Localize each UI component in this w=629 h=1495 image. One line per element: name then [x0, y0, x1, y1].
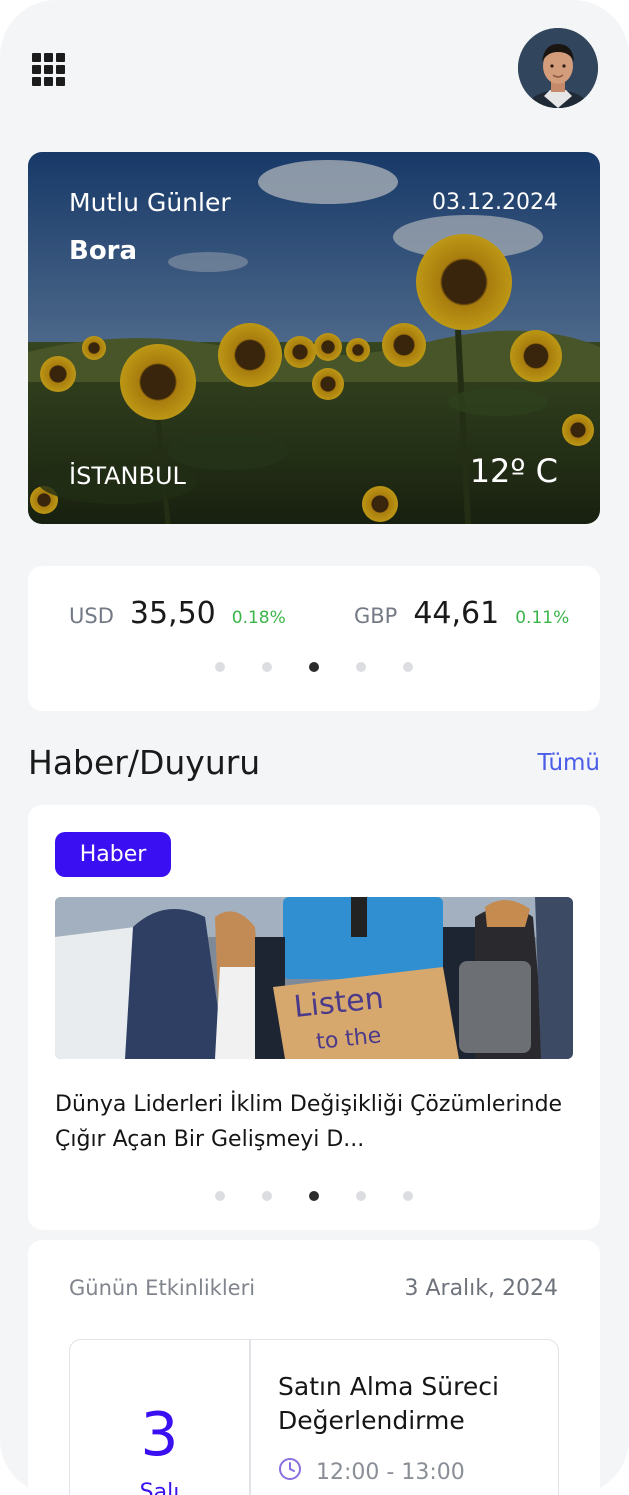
- user-name: Bora: [69, 236, 138, 266]
- temperature: 12º C: [469, 452, 558, 490]
- news-pager[interactable]: [215, 1191, 413, 1201]
- news-badge: Haber: [55, 832, 171, 877]
- news-card[interactable]: Haber Listen to the Dünya Liderleri İkli…: [28, 805, 600, 1230]
- event-divider: [249, 1340, 251, 1495]
- currency-code: USD: [69, 604, 114, 628]
- grid-menu-icon[interactable]: [32, 53, 65, 86]
- event-day: 3: [140, 1400, 179, 1470]
- news-headline[interactable]: Dünya Liderleri İklim Değişikliği Çözüml…: [55, 1087, 575, 1157]
- event-title: Satın Alma Süreci Değerlendirme: [278, 1372, 499, 1435]
- event-weekday: Salı: [139, 1480, 180, 1495]
- see-all-link[interactable]: Tümü: [538, 750, 600, 776]
- clock-icon: [278, 1457, 302, 1487]
- event-time-row: 12:00 - 13:00: [278, 1457, 465, 1487]
- currency-value: 44,61: [413, 596, 500, 631]
- pager-dot[interactable]: [262, 662, 272, 672]
- events-card: Günün Etkinlikleri 3 Aralık, 2024 3 Salı…: [28, 1240, 600, 1495]
- pager-dot-active[interactable]: [309, 662, 319, 672]
- currency-item-usd: USD 35,50 0.18%: [69, 596, 286, 631]
- pager-dot-active[interactable]: [309, 1191, 319, 1201]
- pager-dot[interactable]: [215, 662, 225, 672]
- currency-code: GBP: [354, 604, 398, 628]
- events-label: Günün Etkinlikleri: [69, 1276, 256, 1300]
- events-date: 3 Aralık, 2024: [404, 1276, 558, 1301]
- pager-dot[interactable]: [403, 1191, 413, 1201]
- event-item[interactable]: 3 Salı Satın Alma Süreci Değerlendirme 1…: [69, 1339, 559, 1495]
- currency-card[interactable]: USD 35,50 0.18% GBP 44,61 0.11%: [28, 566, 600, 711]
- currency-pager[interactable]: [215, 662, 413, 672]
- pager-dot[interactable]: [262, 1191, 272, 1201]
- pager-dot[interactable]: [215, 1191, 225, 1201]
- greeting-text: Mutlu Günler: [69, 188, 231, 217]
- news-image[interactable]: Listen to the: [55, 897, 573, 1059]
- currency-change: 0.11%: [515, 608, 570, 628]
- phone-screen: Mutlu Günler Bora 03.12.2024 İSTANBUL 12…: [0, 0, 629, 1495]
- pager-dot[interactable]: [403, 662, 413, 672]
- pager-dot[interactable]: [356, 662, 366, 672]
- weather-hero-card[interactable]: Mutlu Günler Bora 03.12.2024 İSTANBUL 12…: [28, 152, 600, 524]
- currency-item-gbp: GBP 44,61 0.11%: [354, 596, 569, 631]
- news-section-title: Haber/Duyuru: [28, 743, 261, 782]
- avatar[interactable]: [518, 28, 598, 108]
- hero-date: 03.12.2024: [432, 190, 558, 215]
- currency-change: 0.18%: [231, 608, 286, 628]
- event-time: 12:00 - 13:00: [316, 1459, 465, 1485]
- currency-value: 35,50: [129, 596, 216, 631]
- city-name: İSTANBUL: [69, 462, 186, 490]
- pager-dot[interactable]: [356, 1191, 366, 1201]
